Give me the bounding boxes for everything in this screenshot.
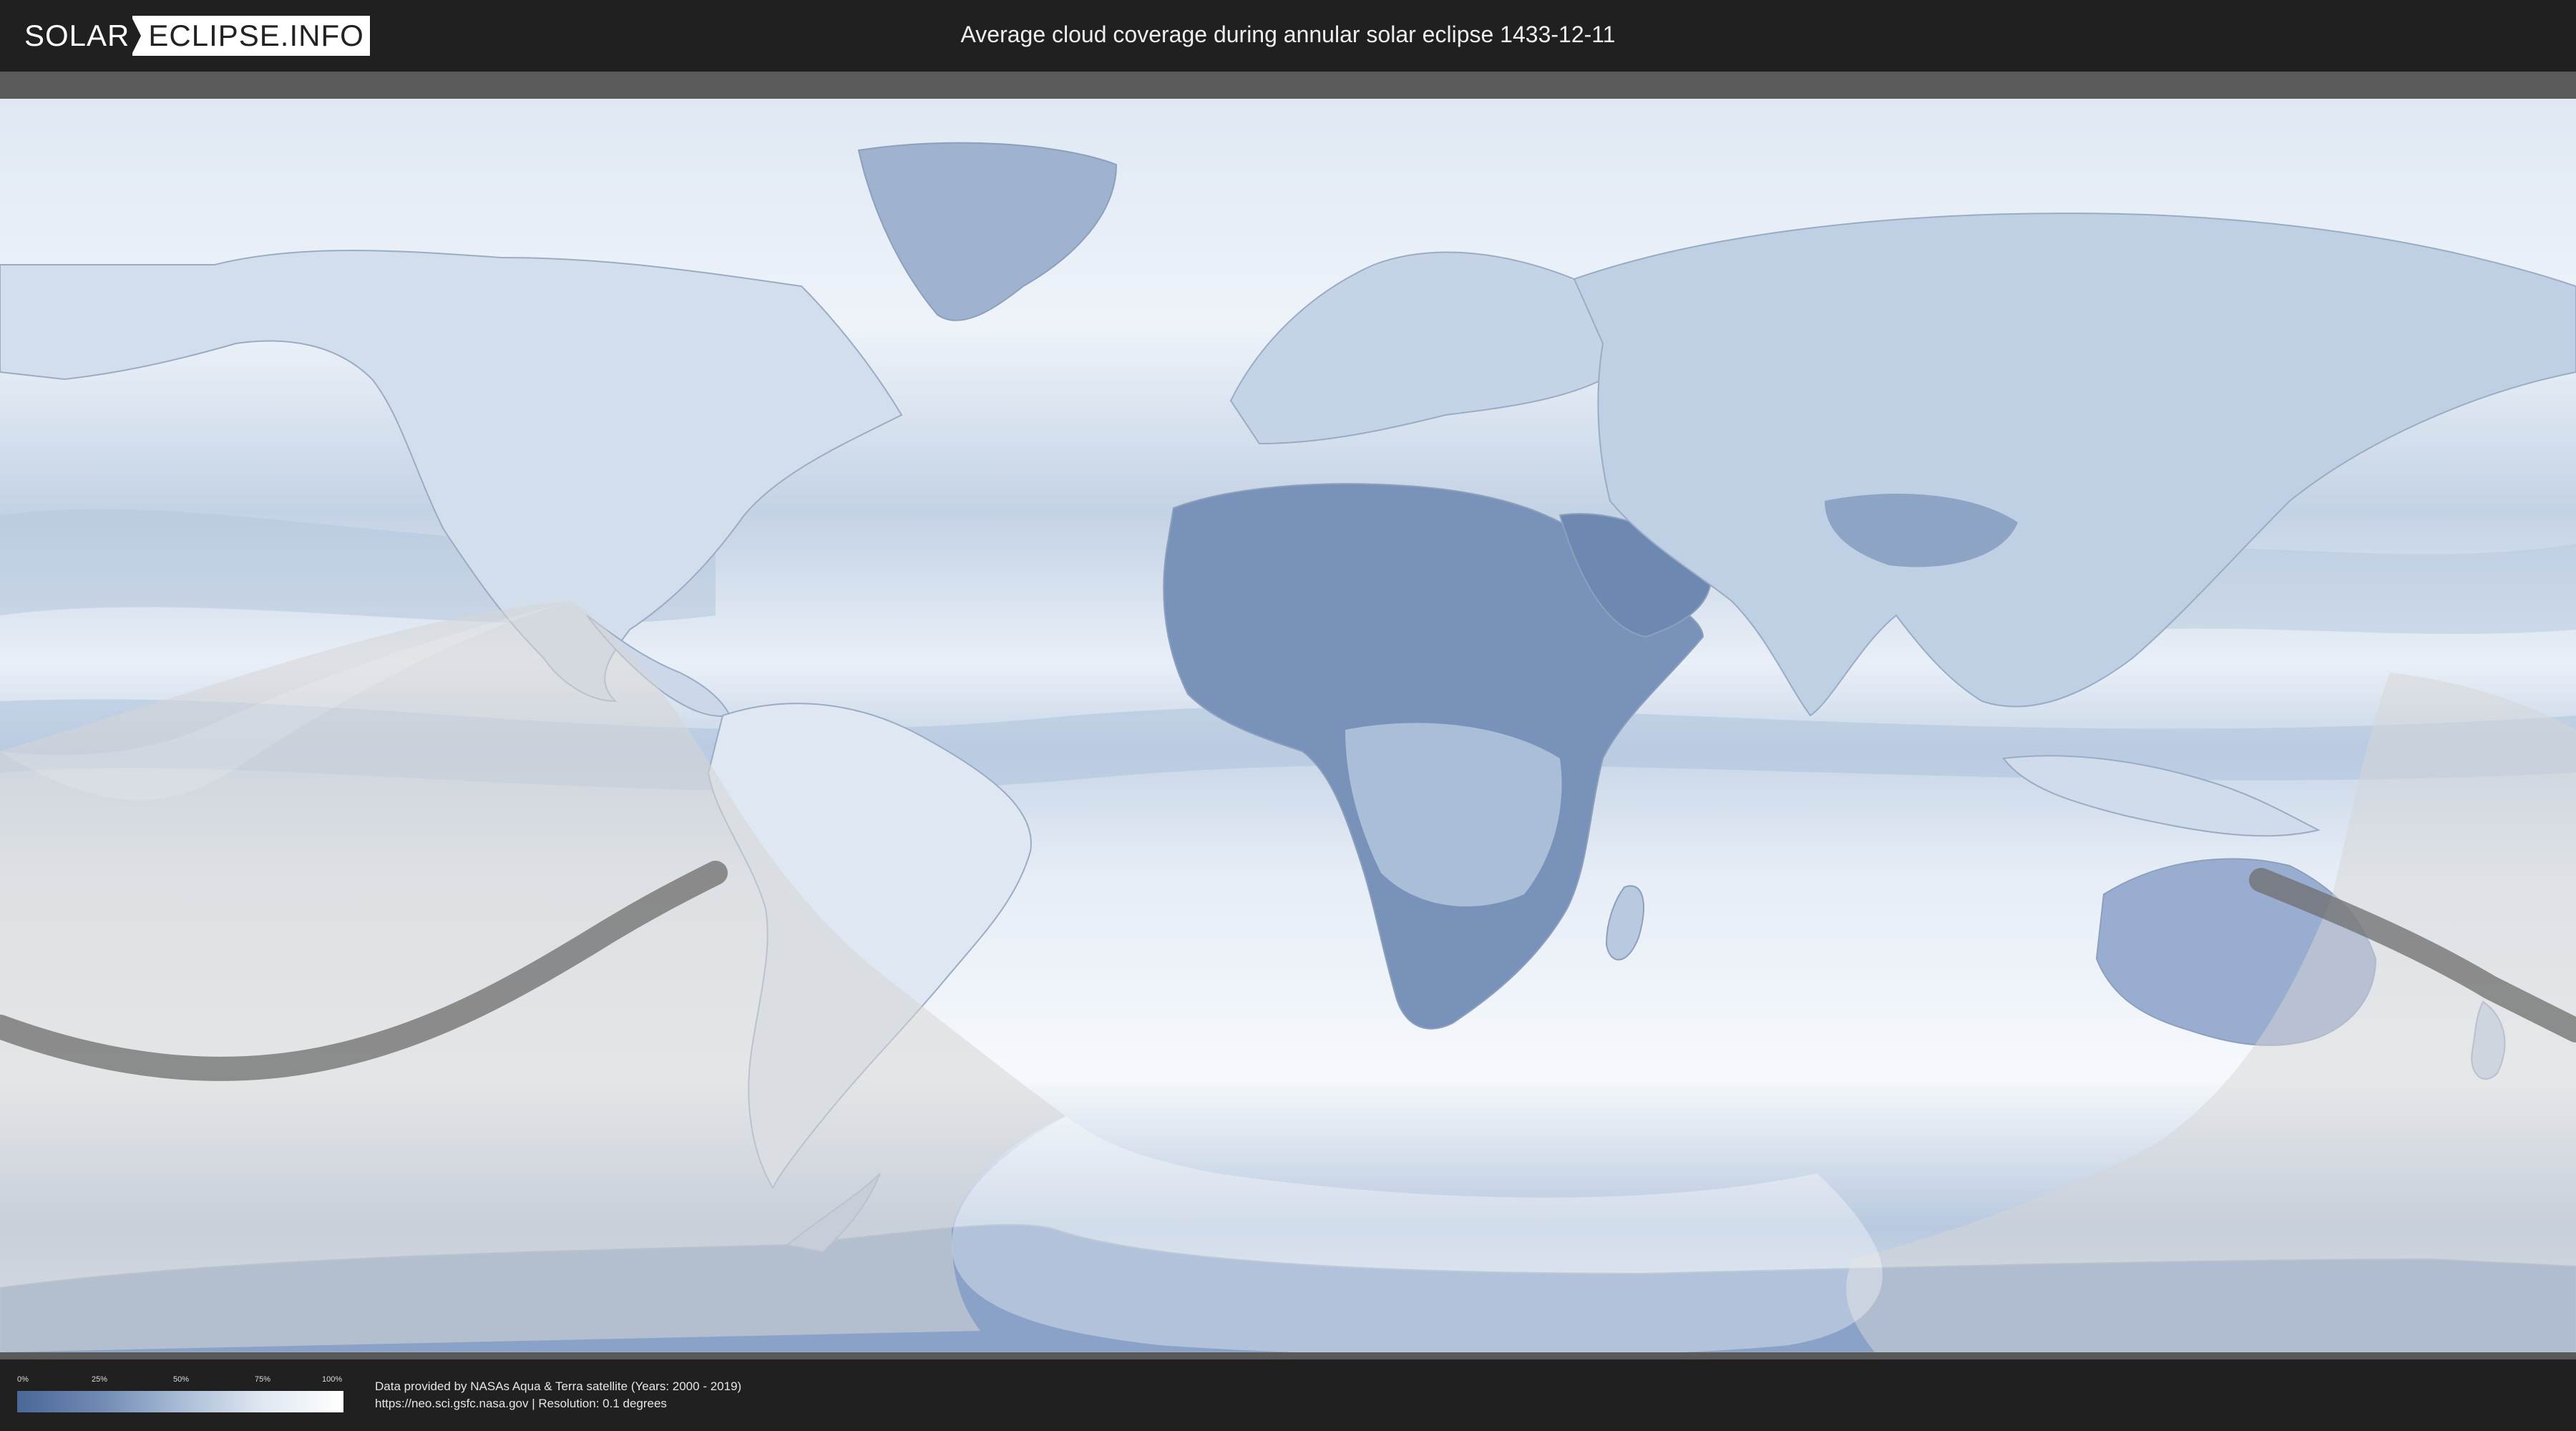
legend-tick-50: 50% [173, 1375, 190, 1384]
data-source-line-2: https://neo.sci.gsfc.nasa.gov | Resoluti… [375, 1397, 667, 1410]
legend-color-bar [17, 1391, 343, 1412]
data-source-line-1: Data provided by NASAs Aqua & Terra sate… [375, 1379, 742, 1393]
world-map-svg [0, 72, 2576, 1359]
data-source-info: Data provided by NASAs Aqua & Terra sate… [375, 1378, 741, 1412]
cloud-coverage-legend: 0% 25% 50% 75% 100% [17, 1375, 343, 1412]
page-title: Average cloud coverage during annular so… [960, 21, 1616, 47]
legend-tick-0: 0% [17, 1375, 29, 1384]
legend-tick-75: 75% [255, 1375, 271, 1384]
legend-tick-25: 25% [92, 1375, 108, 1384]
legend-ticks: 0% 25% 50% 75% 100% [17, 1375, 343, 1387]
map-bottom-band [0, 1352, 2576, 1359]
footer-bar: 0% 25% 50% 75% 100% Data provided by NAS… [0, 1359, 2576, 1431]
legend-tick-100: 100% [322, 1375, 343, 1384]
header-bar: SOLAR ECLIPSE.INFO Average cloud coverag… [0, 0, 2576, 72]
cloud-coverage-map [0, 72, 2576, 1359]
map-top-band [0, 72, 2576, 99]
